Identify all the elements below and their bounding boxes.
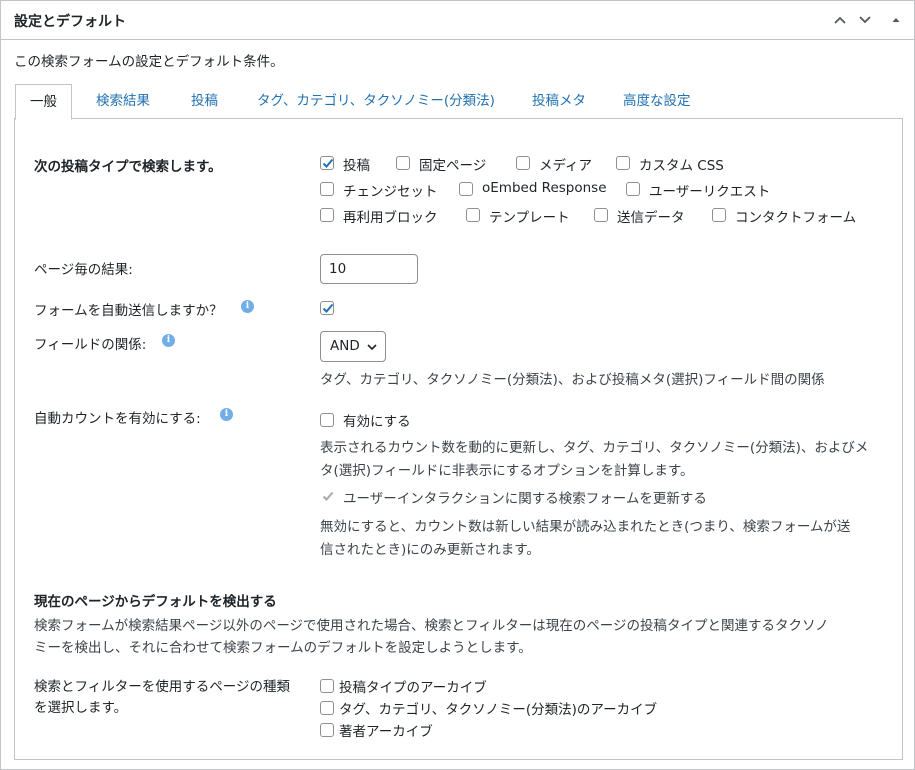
info-icon[interactable]: i (241, 300, 254, 313)
chevron-down-icon (367, 344, 377, 351)
panel-header: 設定とデフォルト (1, 1, 914, 40)
field-relation-help: タグ、カテゴリ、タクソノミー(分類法)、および投稿メタ(選択)フィールド間の関係 (320, 372, 825, 388)
auto-count-label: 自動カウントを有効にする: (34, 411, 201, 427)
tab-posts[interactable]: 投稿 (191, 84, 218, 118)
page-type-label: を選択します。 (34, 700, 128, 716)
checkbox-label: 投稿タイプのアーカイブ (339, 680, 487, 696)
checkbox-label: チェンジセット (343, 184, 438, 200)
tab-post-meta[interactable]: 投稿メタ (532, 84, 586, 118)
auto-count-enable-help: 表示されるカウント数を動的に更新し、タグ、カテゴリ、タクソノミー(分類法)、およ… (320, 440, 869, 456)
detect-defaults-description: ミーを検出し、それに合わせて検索フォームのデフォルトを設定しようとします。 (34, 640, 532, 656)
checkbox-label: 投稿 (343, 158, 370, 174)
auto-count-enable-label: 有効にする (343, 414, 411, 430)
checkbox-submission-data[interactable] (594, 208, 608, 222)
tab-search-results[interactable]: 検索結果 (96, 84, 150, 118)
auto-count-enable-checkbox[interactable] (320, 413, 334, 427)
checkbox-taxonomy-archive[interactable] (320, 701, 334, 715)
auto-submit-checkbox[interactable] (320, 301, 334, 315)
tab-general[interactable]: 一般 (15, 84, 72, 120)
checkbox-author-archive[interactable] (320, 723, 334, 737)
checkbox-label: ユーザーリクエスト (649, 184, 771, 200)
results-per-page-label: ページ毎の結果: (34, 262, 133, 278)
checkbox-label: 固定ページ (419, 158, 487, 174)
chevron-up-icon[interactable] (829, 9, 851, 31)
checkbox-user-request[interactable] (626, 182, 640, 196)
info-icon[interactable]: i (162, 334, 175, 347)
checkbox-post[interactable] (320, 156, 334, 170)
page-type-label: 検索とフィルターを使用するページの種類 (34, 679, 290, 695)
checkbox-changeset[interactable] (320, 182, 334, 196)
checkbox-label: 再利用ブロック (343, 210, 438, 226)
checkbox-template[interactable] (466, 208, 480, 222)
field-relation-selected: AND (330, 338, 360, 354)
checkbox-label: メディア (539, 158, 593, 174)
post-types-label: 次の投稿タイプで検索します。 (34, 159, 222, 175)
checkbox-label: コンタクトフォーム (735, 210, 857, 226)
checkbox-label: 送信データ (617, 210, 685, 226)
field-relation-select[interactable]: AND (320, 331, 386, 362)
checkbox-media[interactable] (516, 156, 530, 170)
detect-defaults-description: 検索フォームが検索結果ページ以外のページで使用された場合、検索とフィルターは現在… (34, 618, 829, 634)
checkbox-contact-form[interactable] (712, 208, 726, 222)
checkbox-label: テンプレート (489, 210, 570, 226)
checkbox-custom-css[interactable] (616, 156, 630, 170)
info-icon[interactable]: i (220, 408, 233, 421)
refresh-label: ユーザーインタラクションに関する検索フォームを更新する (343, 491, 707, 507)
triangle-up-icon[interactable] (885, 9, 907, 31)
checkbox-label: 著者アーカイブ (339, 724, 433, 740)
tab-content-general: 次の投稿タイプで検索します。 投稿 固定ページ メディア カスタム CSS チェ… (14, 118, 903, 760)
detect-defaults-heading: 現在のページからデフォルトを検出する (34, 594, 277, 610)
field-relation-label: フィールドの関係: (34, 337, 147, 353)
refresh-help: 無効にすると、カウント数は新しい結果が読み込まれたとき(つまり、検索フォームが送 (320, 519, 851, 535)
checkbox-reusable-block[interactable] (320, 208, 334, 222)
checkbox-label: oEmbed Response (482, 180, 607, 196)
panel-title: 設定とデフォルト (14, 14, 126, 30)
refresh-help: 信されたとき)にのみ更新されます。 (320, 542, 540, 558)
checkbox-page[interactable] (396, 156, 410, 170)
settings-panel: 設定とデフォルト この検索フォームの設定とデフォルト条件。 一般 検索結果 投稿… (0, 0, 915, 770)
auto-submit-label: フォームを自動送信しますか？ (34, 303, 223, 319)
checkbox-label: タグ、カテゴリ、タクソノミー(分類法)のアーカイブ (339, 702, 658, 718)
panel-description: この検索フォームの設定とデフォルト条件。 (14, 54, 284, 70)
chevron-down-icon[interactable] (854, 9, 876, 31)
checkbox-post-type-archive[interactable] (320, 679, 334, 693)
results-per-page-input[interactable]: 10 (320, 254, 418, 284)
tab-taxonomies[interactable]: タグ、カテゴリ、タクソノミー(分類法) (257, 84, 495, 118)
refresh-checkbox-disabled[interactable] (321, 489, 335, 503)
tab-advanced[interactable]: 高度な設定 (623, 84, 691, 118)
checkbox-label: カスタム CSS (639, 158, 724, 174)
checkbox-oembed-response[interactable] (459, 182, 473, 196)
auto-count-enable-help: タ(選択)フィールドに非表示にするオプションを計算します。 (320, 463, 694, 479)
